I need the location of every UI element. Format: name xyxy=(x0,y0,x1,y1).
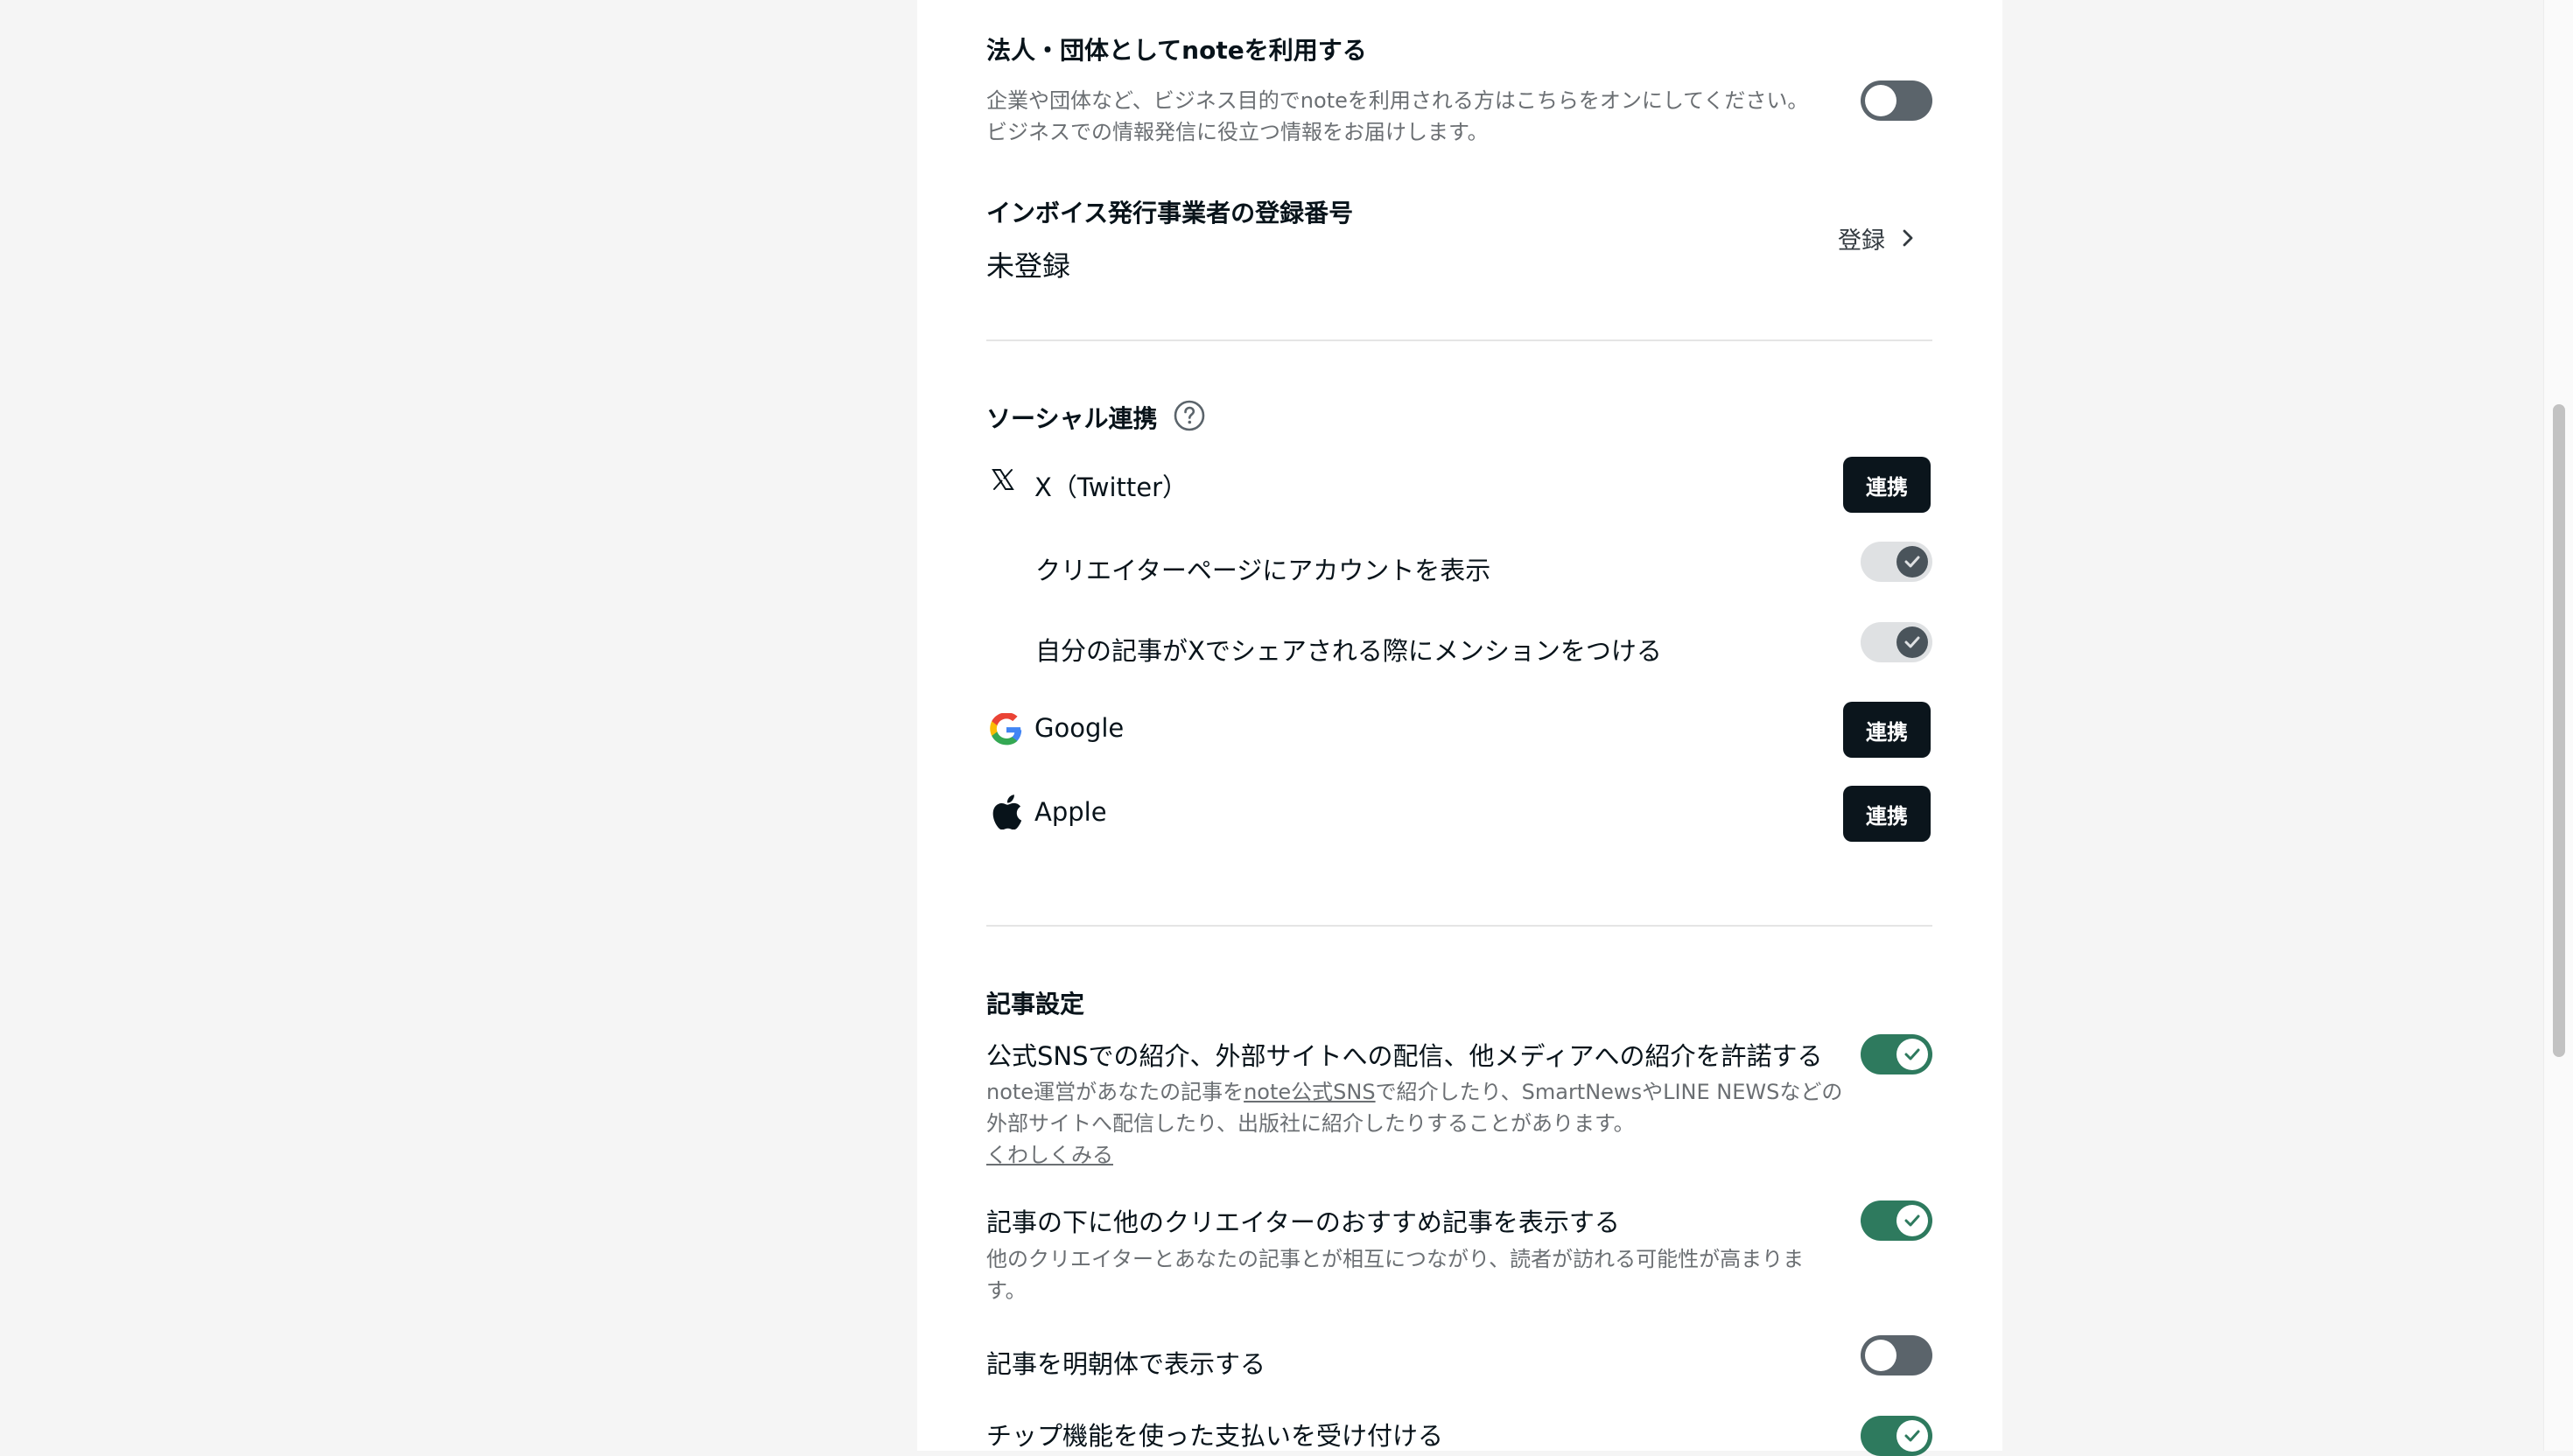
recommend-articles-desc-line1: 他のクリエイターとあなたの記事とが相互につながり、読者が訪れる可能性が高まりま xyxy=(986,1247,1805,1271)
note-official-sns-link[interactable]: note公式SNS xyxy=(1244,1080,1376,1104)
corporate-usage-title: 法人・団体としてnoteを利用する xyxy=(986,36,1367,65)
recommend-articles-toggle[interactable] xyxy=(1861,1200,1932,1241)
learn-more-link[interactable]: くわしくみる xyxy=(986,1139,1113,1171)
article-settings-title: 記事設定 xyxy=(986,990,1085,1018)
x-twitter-icon xyxy=(992,469,1014,490)
social-link-title: ソーシャル連携 xyxy=(986,404,1158,433)
apple-icon xyxy=(992,794,1022,830)
apple-label: Apple xyxy=(1034,797,1107,827)
twitter-show-account-label: クリエイターページにアカウントを表示 xyxy=(1035,556,1491,585)
google-connect-button[interactable]: 連携 xyxy=(1843,702,1931,758)
allow-intro-desc-line2: 外部サイトへ配信したり、出版社に紹介したりすることがあります。 xyxy=(986,1111,1635,1136)
invoice-register-link[interactable]: 登録 xyxy=(1838,219,1918,257)
twitter-mention-toggle[interactable] xyxy=(1861,622,1932,662)
google-icon xyxy=(990,713,1022,746)
recommend-articles-desc-line2: す。 xyxy=(986,1278,1027,1303)
allow-intro-desc-text: note運営があなたの記事を xyxy=(986,1080,1244,1104)
tip-payment-label: チップ機能を使った支払いを受け付ける xyxy=(986,1421,1444,1451)
tip-payment-toggle[interactable] xyxy=(1861,1416,1932,1456)
section-divider xyxy=(986,340,1932,341)
apple-connect-button[interactable]: 連携 xyxy=(1843,786,1931,842)
mincho-font-label: 記事を明朝体で表示する xyxy=(986,1349,1266,1379)
mincho-font-toggle[interactable] xyxy=(1861,1335,1932,1376)
twitter-connect-button[interactable]: 連携 xyxy=(1843,457,1931,513)
section-divider xyxy=(986,925,1932,927)
allow-intro-toggle[interactable] xyxy=(1861,1034,1932,1074)
invoice-number-value: 未登録 xyxy=(986,249,1071,283)
chevron-right-icon xyxy=(1903,229,1913,247)
scrollbar-thumb[interactable] xyxy=(2553,404,2565,1057)
corporate-usage-toggle[interactable] xyxy=(1861,80,1932,121)
corporate-usage-desc-line1: 企業や団体など、ビジネス目的でnoteを利用される方はこちらをオンにしてください… xyxy=(986,88,1809,113)
allow-intro-desc-text: で紹介したり、SmartNewsやLINE NEWSなどの xyxy=(1375,1080,1843,1104)
twitter-mention-label: 自分の記事がXでシェアされる際にメンションをつける xyxy=(1035,636,1662,666)
twitter-show-account-toggle[interactable] xyxy=(1861,542,1932,582)
corporate-usage-desc-line2: ビジネスでの情報発信に役立つ情報をお届けします。 xyxy=(986,120,1489,144)
help-circle-icon[interactable] xyxy=(1173,399,1206,432)
allow-intro-desc-line1: note運営があなたの記事をnote公式SNSで紹介したり、SmartNewsや… xyxy=(986,1076,1842,1108)
allow-intro-label: 公式SNSでの紹介、外部サイトへの配信、他メディアへの紹介を許諾する xyxy=(986,1041,1823,1071)
twitter-label: X（Twitter） xyxy=(1034,472,1188,502)
invoice-number-title: インボイス発行事業者の登録番号 xyxy=(986,199,1354,228)
invoice-register-label: 登録 xyxy=(1838,227,1885,255)
recommend-articles-label: 記事の下に他のクリエイターのおすすめ記事を表示する xyxy=(986,1208,1620,1237)
google-label: Google xyxy=(1034,713,1125,743)
